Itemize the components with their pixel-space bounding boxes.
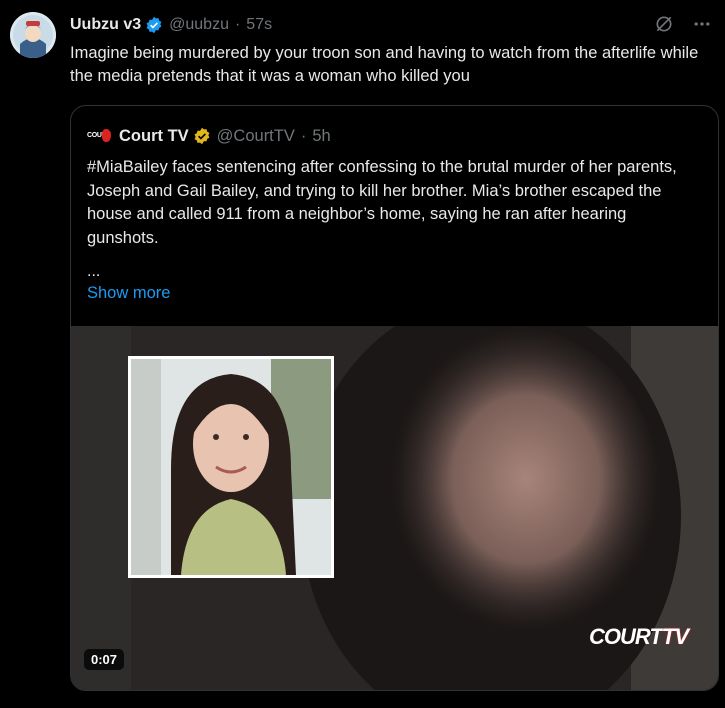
court-tv-avatar[interactable]: COURT xyxy=(87,126,111,146)
quote-header: COURT Court TV @CourtTV · 5h xyxy=(87,126,331,146)
inset-photo xyxy=(128,356,334,578)
post-text: Imagine being murdered by your troon son… xyxy=(70,44,699,85)
watermark-tv-text: TV xyxy=(661,624,689,649)
separator-dot: · xyxy=(234,16,241,33)
author-avatar[interactable] xyxy=(10,12,56,58)
more-icon[interactable] xyxy=(691,14,713,36)
quoted-post[interactable]: COURT Court TV @CourtTV · 5h #MiaBailey … xyxy=(70,105,719,691)
show-more-link[interactable]: Show more xyxy=(87,284,170,303)
watermark-court-text: COURT xyxy=(589,624,663,649)
author-handle[interactable]: @uubzu xyxy=(169,16,229,34)
quote-author-handle[interactable]: @CourtTV xyxy=(217,127,295,146)
quote-time[interactable]: 5h xyxy=(312,127,330,146)
quote-author-name[interactable]: Court TV xyxy=(119,127,189,146)
quote-text: #MiaBailey faces sentencing after confes… xyxy=(87,158,677,247)
court-tv-watermark: COURTTV xyxy=(589,624,689,650)
post-header: Uubzu v3 @uubzu · 57s xyxy=(70,14,272,36)
video-duration: 0:07 xyxy=(84,649,125,670)
verified-badge-icon xyxy=(145,16,163,34)
post-time[interactable]: 57s xyxy=(246,16,272,34)
verified-gold-badge-icon xyxy=(193,127,211,145)
quote-separator-dot: · xyxy=(300,126,307,145)
author-name[interactable]: Uubzu v3 xyxy=(70,16,141,34)
quote-ellipsis: ... xyxy=(87,263,101,280)
video-player[interactable]: COURTTV 0:07 xyxy=(71,326,718,690)
grok-icon[interactable] xyxy=(653,14,675,36)
post-actions-top xyxy=(653,14,713,36)
